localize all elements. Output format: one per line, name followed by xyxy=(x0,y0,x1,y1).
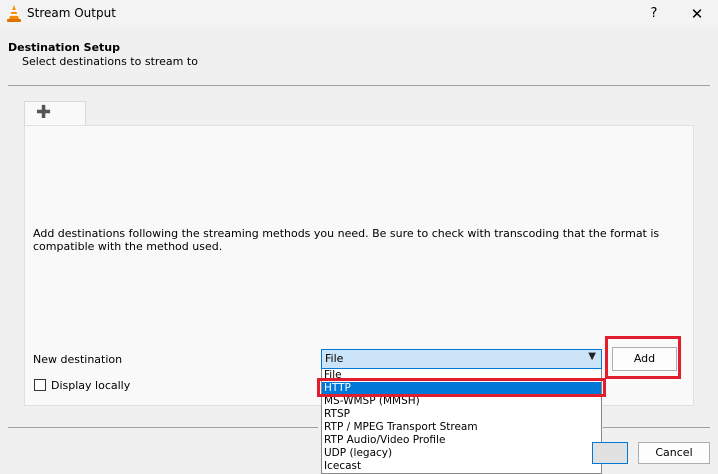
title-bar: Stream Output ? ✕ xyxy=(0,0,718,28)
dropdown-option-rtsp[interactable]: RTSP xyxy=(322,408,601,421)
display-locally-label[interactable]: Display locally xyxy=(51,379,130,392)
info-text: Add destinations following the streaming… xyxy=(33,227,660,253)
next-button[interactable] xyxy=(592,442,628,464)
new-destination-label: New destination xyxy=(33,353,123,366)
help-button[interactable]: ? xyxy=(640,3,668,25)
dropdown-option-rtp-ts[interactable]: RTP / MPEG Transport Stream xyxy=(322,421,601,434)
window-title: Stream Output xyxy=(27,6,116,20)
section-subtitle: Select destinations to stream to xyxy=(22,55,198,68)
footer-divider-right xyxy=(603,427,710,428)
dropdown-option-icecast[interactable]: Icecast xyxy=(322,460,601,473)
section-title: Destination Setup xyxy=(8,41,121,54)
close-button[interactable]: ✕ xyxy=(682,3,712,25)
dropdown-arrow-icon[interactable]: ▼ xyxy=(588,351,596,362)
plus-icon: ✚ xyxy=(36,102,52,123)
cancel-button[interactable]: Cancel xyxy=(638,442,710,464)
display-locally-checkbox[interactable] xyxy=(34,379,46,391)
highlight-http-box xyxy=(317,378,606,397)
highlight-add-box xyxy=(605,336,681,379)
vlc-cone-icon xyxy=(7,5,21,22)
dropdown-option-rtp-av[interactable]: RTP Audio/Video Profile xyxy=(322,434,601,447)
destination-combo-value: File xyxy=(325,352,344,365)
destination-combo[interactable]: File ▼ xyxy=(321,349,602,369)
divider xyxy=(8,85,710,86)
dropdown-option-udp[interactable]: UDP (legacy) xyxy=(322,447,601,460)
footer-divider xyxy=(8,427,318,428)
add-destination-tab[interactable]: ✚ xyxy=(24,101,86,126)
